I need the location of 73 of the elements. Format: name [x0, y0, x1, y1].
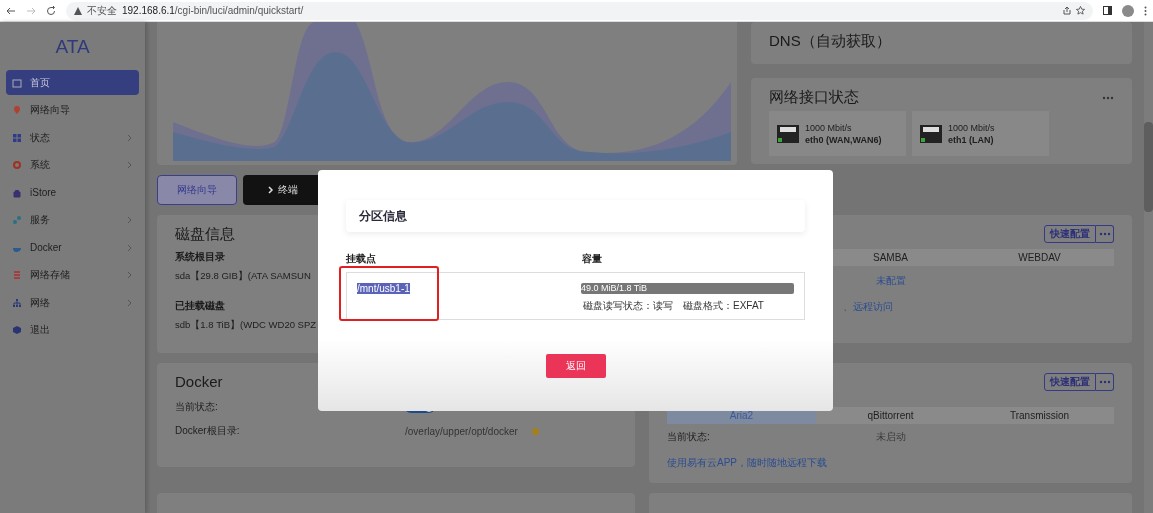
tab[interactable]: Transmission — [965, 407, 1114, 424]
column-header: 挂载点 — [346, 252, 377, 266]
field-value: 未启动 — [875, 430, 906, 444]
card-title: 磁盘信息 — [175, 225, 236, 244]
sidebar-item[interactable]: iStore — [6, 180, 139, 205]
disk-format: 磁盘格式：EXFAT — [683, 299, 764, 313]
more-button[interactable] — [1096, 225, 1114, 243]
sidebar-item[interactable]: 退出 — [6, 317, 139, 343]
column-header: 容量 — [582, 252, 603, 266]
sidebar-item[interactable]: 服务 — [6, 207, 139, 233]
card-title: Docker — [175, 373, 224, 390]
sidebar-item[interactable]: 网络 — [6, 290, 139, 315]
usage-bar: 49.0 MiB/1.8 TiB — [581, 283, 794, 294]
field-label: Docker根目录: — [175, 424, 241, 438]
port-speed: 1000 Mbit/s — [805, 122, 853, 133]
warning-icon — [74, 6, 82, 15]
sidebar-item[interactable]: 首页 — [6, 70, 139, 95]
field-label: 当前状态: — [175, 400, 219, 414]
back-button[interactable]: 返回 — [545, 354, 606, 378]
port-speed: 1000 Mbit/s — [948, 122, 995, 133]
scrollbar[interactable] — [1144, 22, 1153, 513]
database-icon — [12, 270, 22, 280]
reload-icon[interactable] — [46, 5, 56, 16]
quick-config-button[interactable]: 快速配置 — [1044, 373, 1096, 391]
status-link[interactable]: 未配置 — [875, 274, 906, 288]
field-label: 当前状态: — [667, 430, 711, 444]
tab[interactable]: qBittorrent — [816, 407, 965, 424]
wizard-button[interactable]: 网络向导 — [157, 175, 237, 205]
sidebar-item[interactable]: 系统 — [6, 152, 139, 178]
bag-icon — [12, 187, 22, 198]
star-icon[interactable] — [1076, 6, 1085, 15]
chevron-right-icon — [268, 186, 274, 194]
sidebar-item[interactable]: 状态 — [6, 125, 139, 150]
grid-icon — [12, 132, 22, 143]
url-text: 192.168.6.1/cgi-bin/luci/admin/quickstart/ — [122, 5, 304, 16]
avatar-icon[interactable] — [1122, 4, 1134, 17]
network-icon — [12, 297, 22, 308]
sidebar-icon[interactable] — [1103, 6, 1112, 15]
sidebar-item[interactable]: 网络存储 — [6, 262, 139, 288]
cube-icon — [12, 325, 22, 335]
more-icon — [1098, 380, 1111, 384]
remote-access-link[interactable]: 、远程访问 — [843, 300, 893, 314]
address-bar[interactable]: 不安全 192.168.6.1/cgi-bin/luci/admin/quickstart/ — [66, 1, 1093, 20]
share-icon[interactable] — [1063, 6, 1071, 15]
link-icon — [12, 215, 22, 225]
section-label: 系统根目录 — [175, 250, 225, 264]
quick-config-button[interactable]: 快速配置 — [1044, 225, 1096, 243]
pin-icon — [12, 105, 22, 115]
disk-value: sda【29.8 GIB】(ATA SAMSUN — [175, 270, 311, 283]
dashboard-icon — [12, 77, 22, 88]
app-link[interactable]: 使用易有云APP，随时随地远程下载 — [667, 457, 827, 468]
sidebar-item[interactable]: Docker — [6, 235, 139, 260]
dns-title: DNS（自动获取） — [769, 32, 892, 51]
port-name: eth1 (LAN) — [948, 134, 995, 145]
mount-point: /mnt/usb1-1 — [357, 283, 410, 294]
logo-text: ATA — [54, 36, 91, 58]
menu-icon[interactable] — [1144, 5, 1147, 16]
port-name: eth0 (WAN,WAN6) — [805, 134, 882, 145]
card-title: 网络接口状态 — [769, 88, 859, 107]
settings-icon — [12, 160, 22, 170]
disk-value: sdb【1.8 TiB】(WDC WD20 SPZ — [175, 319, 317, 332]
sidebar-item[interactable]: 网络向导 — [6, 97, 139, 123]
more-icon[interactable] — [1102, 95, 1114, 100]
rw-status: 磁盘读写状态：读写 — [583, 299, 673, 313]
status-dot-icon — [531, 427, 539, 435]
dialog-title: 分区信息 — [346, 200, 805, 232]
security-label: 不安全 — [87, 3, 117, 18]
section-label: 已挂载磁盘 — [175, 299, 225, 313]
more-icon — [1098, 232, 1111, 236]
more-button[interactable] — [1096, 373, 1114, 391]
back-icon[interactable] — [6, 5, 16, 16]
field-value: /overlay/upper/opt/docker — [405, 425, 518, 437]
tab[interactable]: WEBDAV — [965, 249, 1114, 266]
